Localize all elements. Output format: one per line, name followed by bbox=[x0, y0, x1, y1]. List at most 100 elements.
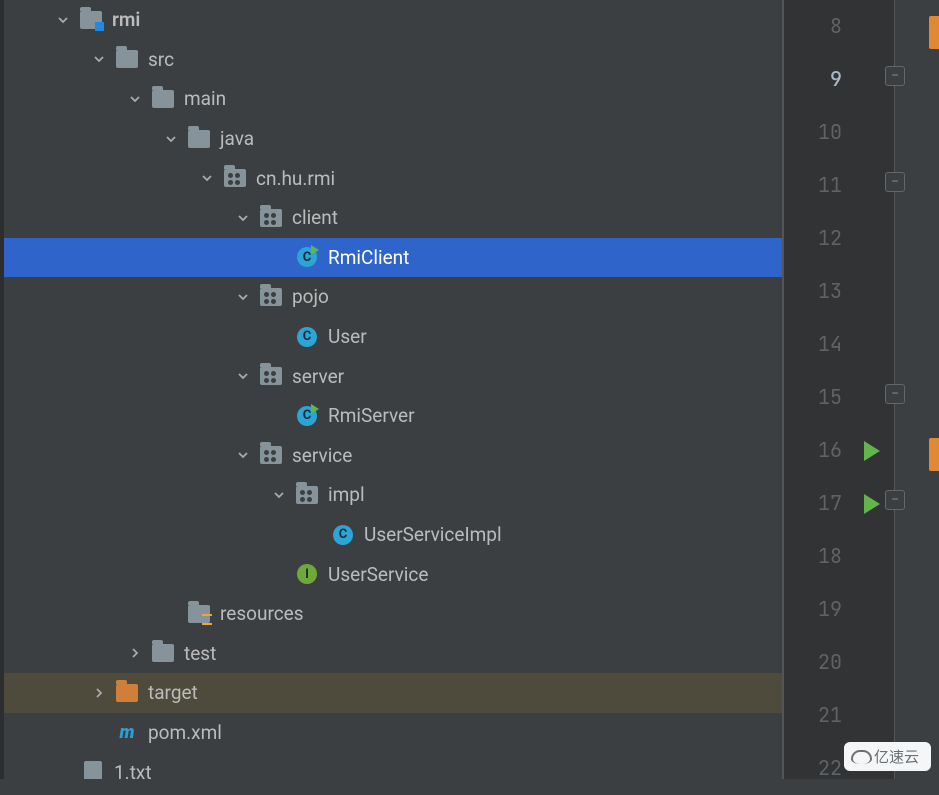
tree-node-label: main bbox=[184, 87, 226, 110]
tree-node-main[interactable]: main bbox=[4, 79, 782, 119]
run-gutter-icon[interactable] bbox=[864, 441, 880, 461]
chevron-down-icon[interactable] bbox=[124, 88, 146, 110]
line-number[interactable]: 11 bbox=[802, 159, 842, 212]
file-icon bbox=[84, 761, 102, 779]
tree-node-test[interactable]: test bbox=[4, 634, 782, 674]
folder-icon bbox=[188, 130, 210, 148]
package-icon bbox=[260, 446, 282, 464]
tree-node-label: RmiClient bbox=[328, 246, 409, 269]
folder-icon bbox=[152, 644, 174, 662]
line-number[interactable]: 12 bbox=[802, 212, 842, 265]
tree-node-label: impl bbox=[328, 483, 365, 506]
editor-overview-marker[interactable] bbox=[929, 438, 939, 471]
line-number[interactable]: 14 bbox=[802, 318, 842, 371]
tree-node-label: service bbox=[292, 444, 352, 467]
tree-node-label: cn.hu.rmi bbox=[256, 167, 335, 190]
tree-node-userserviceimpl[interactable]: C UserServiceImpl bbox=[4, 515, 782, 555]
chevron-down-icon[interactable] bbox=[232, 365, 254, 387]
line-number[interactable]: 17 bbox=[802, 477, 842, 530]
tree-node-label: UserServiceImpl bbox=[364, 523, 502, 546]
project-tree-panel[interactable]: rmisrcmain javacn.hu.rmi client C RmiClient p… bbox=[0, 0, 783, 779]
tree-node-rmi[interactable]: rmi bbox=[4, 0, 782, 40]
tree-node-label: pom.xml bbox=[148, 721, 222, 744]
tree-node-pom-xml[interactable]: m pom.xml bbox=[4, 713, 782, 753]
line-number[interactable]: 20 bbox=[802, 636, 842, 689]
tree-node-rmiclient[interactable]: C RmiClient bbox=[4, 238, 782, 278]
tree-node-userservice[interactable]: I UserService bbox=[4, 554, 782, 594]
fold-toggle-icon[interactable]: − bbox=[885, 490, 905, 510]
line-number[interactable]: 10 bbox=[802, 106, 842, 159]
maven-icon: m bbox=[116, 721, 138, 743]
line-number[interactable]: 19 bbox=[802, 583, 842, 636]
tree-node-pojo[interactable]: pojo bbox=[4, 277, 782, 317]
chevron-down-icon[interactable] bbox=[88, 48, 110, 70]
tree-node-label: server bbox=[292, 365, 344, 388]
tree-node-label: client bbox=[292, 206, 338, 229]
package-icon bbox=[260, 288, 282, 306]
chevron-down-icon[interactable] bbox=[196, 167, 218, 189]
tree-node-src[interactable]: src bbox=[4, 40, 782, 80]
line-number[interactable]: 9 bbox=[802, 53, 842, 106]
fold-toggle-icon[interactable]: − bbox=[885, 172, 905, 192]
watermark-badge: 亿速云 bbox=[844, 742, 931, 771]
line-number[interactable]: 22 bbox=[802, 742, 842, 795]
chevron-down-icon[interactable] bbox=[232, 286, 254, 308]
chevron-down-icon[interactable] bbox=[52, 9, 74, 31]
line-number[interactable]: 16 bbox=[802, 424, 842, 477]
tree-node-service[interactable]: service bbox=[4, 436, 782, 476]
runnable-class-icon: C bbox=[297, 247, 317, 267]
chevron-down-icon[interactable] bbox=[268, 484, 290, 506]
chevron-down-icon[interactable] bbox=[232, 207, 254, 229]
tree-node-1-txt[interactable]: 1.txt bbox=[4, 752, 782, 779]
tree-node-label: src bbox=[148, 48, 174, 71]
class-icon: C bbox=[333, 525, 353, 545]
target-folder-icon bbox=[116, 684, 138, 702]
tree-node-rmiserver[interactable]: C RmiServer bbox=[4, 396, 782, 436]
folder-icon bbox=[152, 90, 174, 108]
line-number[interactable]: 15 bbox=[802, 371, 842, 424]
line-number[interactable]: 13 bbox=[802, 265, 842, 318]
chevron-down-icon[interactable] bbox=[160, 128, 182, 150]
tree-node-server[interactable]: server bbox=[4, 356, 782, 396]
tree-node-label: UserService bbox=[328, 563, 428, 586]
package-icon bbox=[296, 486, 318, 504]
tree-node-java[interactable]: java bbox=[4, 119, 782, 159]
editor-right-strip: −−−− bbox=[895, 0, 939, 779]
chevron-right-icon[interactable] bbox=[88, 682, 110, 704]
tree-node-label: test bbox=[184, 642, 216, 665]
tree-node-label: resources bbox=[220, 602, 304, 625]
tree-node-cn-hu-rmi[interactable]: cn.hu.rmi bbox=[4, 158, 782, 198]
resources-folder-icon bbox=[188, 605, 210, 623]
tree-node-user[interactable]: C User bbox=[4, 317, 782, 357]
fold-toggle-icon[interactable]: − bbox=[885, 384, 905, 404]
package-icon bbox=[260, 209, 282, 227]
tree-node-label: pojo bbox=[292, 285, 329, 308]
tree-node-impl[interactable]: impl bbox=[4, 475, 782, 515]
interface-icon: I bbox=[297, 564, 317, 584]
runnable-class-icon: C bbox=[297, 406, 317, 426]
tree-node-target[interactable]: target bbox=[4, 673, 782, 713]
chevron-right-icon[interactable] bbox=[124, 642, 146, 664]
package-icon bbox=[260, 367, 282, 385]
tree-node-label: java bbox=[220, 127, 254, 150]
line-number[interactable]: 18 bbox=[802, 530, 842, 583]
watermark-text: 亿速云 bbox=[874, 746, 919, 767]
editor-overview-marker[interactable] bbox=[929, 16, 939, 49]
fold-toggle-icon[interactable]: − bbox=[885, 66, 905, 86]
line-number[interactable]: 8 bbox=[802, 0, 842, 53]
tree-node-label: rmi bbox=[112, 8, 140, 31]
module-folder-icon bbox=[80, 11, 102, 29]
editor-gutter: 8910111213141516171819202122 bbox=[783, 0, 895, 779]
tree-node-resources[interactable]: resources bbox=[4, 594, 782, 634]
line-number[interactable]: 21 bbox=[802, 689, 842, 742]
tree-node-label: RmiServer bbox=[328, 404, 415, 427]
folder-icon bbox=[116, 50, 138, 68]
tree-node-client[interactable]: client bbox=[4, 198, 782, 238]
chevron-down-icon[interactable] bbox=[232, 444, 254, 466]
tree-node-label: User bbox=[328, 325, 367, 348]
tree-node-label: 1.txt bbox=[114, 761, 152, 779]
class-icon: C bbox=[297, 327, 317, 347]
package-icon bbox=[224, 169, 246, 187]
run-gutter-icon[interactable] bbox=[864, 494, 880, 514]
tree-node-label: target bbox=[148, 681, 198, 704]
